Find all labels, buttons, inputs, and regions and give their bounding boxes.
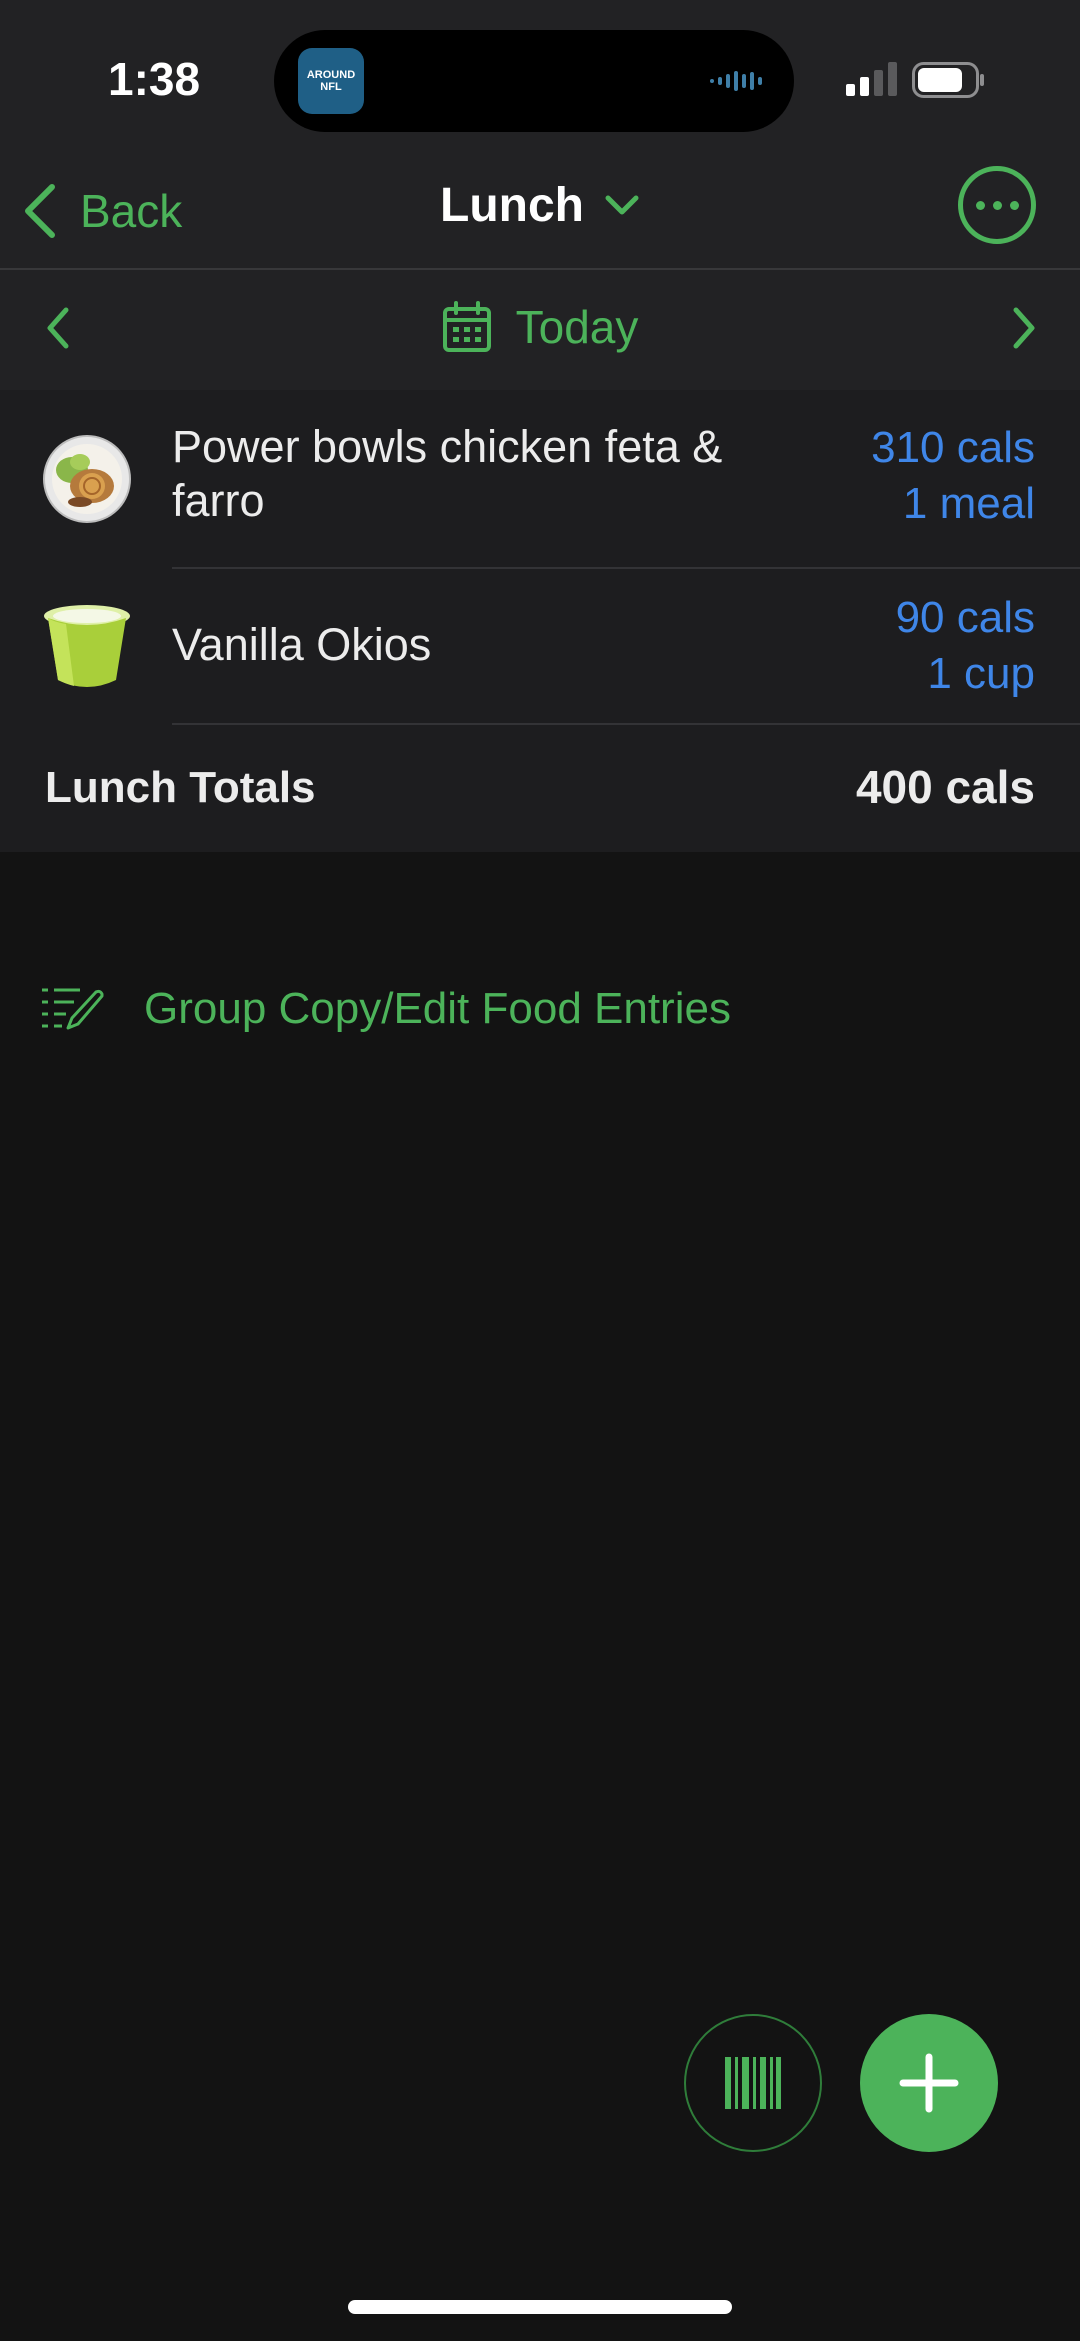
calendar-icon [442,301,491,352]
next-day-button[interactable] [1010,306,1038,350]
list-edit-icon [42,988,104,1030]
food-entry-row[interactable]: Vanilla Okios 90 cals 1 cup [0,568,1080,726]
more-dot [1009,200,1019,210]
more-dot [975,200,985,210]
dynamic-island[interactable]: AROUND NFL [274,30,794,132]
island-app-label: AROUND NFL [306,69,356,93]
food-entry-row[interactable]: Power bowls chicken feta & farro 310 cal… [0,390,1080,568]
totals-label: Lunch Totals [45,763,316,812]
food-calories: 310 cals [871,423,1035,472]
cellular-signal-icon [846,62,897,96]
yogurt-cup-icon [44,605,130,687]
meal-selector[interactable]: Lunch [0,178,1080,233]
group-copy-label: Group Copy/Edit Food Entries [144,984,731,1033]
salad-bowl-icon [43,435,131,523]
page-title: Lunch [440,179,584,232]
food-serving: 1 cup [927,649,1035,698]
food-name: Vanilla Okios [172,619,432,670]
more-options-button[interactable] [958,166,1036,244]
plus-icon [899,2053,959,2113]
row-divider [172,723,1080,725]
totals-value: 400 cals [855,761,1035,813]
food-calories: 90 cals [895,593,1035,642]
add-food-button[interactable] [860,2014,998,2152]
audio-wave-icon [710,71,762,91]
status-time: 1:38 [108,53,201,105]
around-nfl-app-icon: AROUND NFL [298,48,364,114]
food-entry-list: Power bowls chicken feta & farro 310 cal… [0,390,1080,852]
home-indicator[interactable] [348,2300,732,2314]
barcode-icon [725,2057,781,2109]
nav-divider [0,268,1080,270]
more-dot [992,200,1002,210]
barcode-scan-button[interactable] [684,2014,822,2152]
date-label: Today [515,301,639,353]
chevron-down-icon [605,195,639,214]
food-name: Power bowls chicken feta & farro [172,421,723,526]
date-selector[interactable]: Today [0,300,1080,354]
food-serving: 1 meal [902,479,1035,528]
battery-icon [912,62,984,98]
group-copy-edit-button[interactable]: Group Copy/Edit Food Entries [40,984,731,1034]
